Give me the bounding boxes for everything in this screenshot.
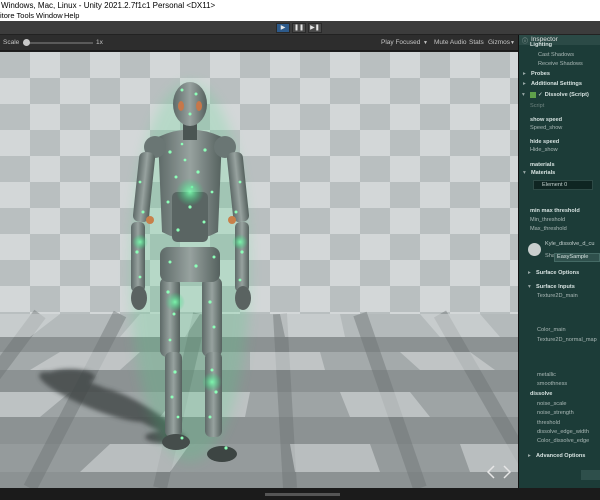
script-icon [530, 91, 536, 98]
field-color-main[interactable]: Color_main [519, 326, 600, 334]
pause-button[interactable]: ❚❚ [292, 23, 306, 33]
field-texture2d-normal-map[interactable]: Texture2D_normal_map [519, 336, 600, 344]
menu-item-help[interactable]: Help [64, 11, 79, 21]
section-surface-inputs[interactable]: ▾ Surface Inputs [519, 283, 600, 291]
section-materials[interactable]: ▾ Materials [519, 169, 600, 177]
resize-handle[interactable] [265, 493, 340, 496]
section-surface-options[interactable]: ▸ Surface Options [519, 269, 600, 277]
gizmos-dropdown[interactable]: Gizmos [488, 35, 510, 51]
field-cast-shadows[interactable]: Cast Shadows [519, 51, 600, 59]
game-viewport[interactable] [0, 52, 518, 488]
window-title: Windows, Mac, Linux - Unity 2021.2.7f1c1… [1, 1, 216, 10]
section-lighting[interactable]: Lighting [519, 41, 600, 49]
menu-bar: itore Tools Window Help [0, 11, 600, 21]
field-color-dissolve-edge[interactable]: Color_dissolve_edge [519, 437, 600, 445]
menu-item-store-tools[interactable]: itore Tools [0, 11, 34, 21]
chevron-down-icon: ▼ [423, 40, 428, 46]
field-max-threshold[interactable]: Max_threshold [519, 225, 600, 233]
section-probes[interactable]: ▸ Probes [519, 70, 600, 78]
section-advanced-options[interactable]: ▸ Advanced Options [519, 452, 600, 460]
field-smoothness[interactable]: smoothness [519, 380, 600, 388]
checker-wall [0, 52, 518, 314]
game-scene [0, 52, 518, 488]
field-texture2d-main[interactable]: Texture2D_main [519, 292, 600, 300]
field-receive-shadows[interactable]: Receive Shadows [519, 60, 600, 68]
component-dissolve-script[interactable]: ▾ ✓ Dissolve (Script) [519, 91, 600, 99]
field-min-threshold[interactable]: Min_threshold [519, 216, 600, 224]
game-view-toolbar: Scale 1x Play Focused ▼ Mute Audio Stats… [0, 35, 518, 51]
element-0-label: Element 0 [542, 182, 568, 188]
step-button[interactable]: ▶❚ [308, 23, 322, 33]
mute-audio-toggle[interactable]: Mute Audio [434, 35, 467, 51]
header-min-max-threshold: min max threshold [530, 208, 580, 214]
field-noise-scale[interactable]: noise_scale [519, 400, 600, 408]
play-button[interactable]: ▶ [276, 23, 290, 33]
chevron-down-icon: ▼ [510, 40, 515, 46]
field-metallic[interactable]: metallic [519, 371, 600, 379]
main-toolbar: ▶ ❚❚ ▶❚ [0, 21, 600, 35]
scale-value: 1x [96, 39, 103, 46]
field-threshold[interactable]: threshold [519, 419, 600, 427]
menu-item-window[interactable]: Window [36, 11, 63, 21]
pause-icon: ❚❚ [293, 25, 305, 31]
field-speed-show[interactable]: Speed_show [519, 124, 600, 132]
section-additional-settings[interactable]: ▸ Additional Settings [519, 80, 600, 88]
field-hide-show[interactable]: Hide_show [519, 146, 600, 154]
field-noise-strength[interactable]: noise_strength [519, 409, 600, 417]
stats-toggle[interactable]: Stats [469, 35, 484, 51]
scale-slider-handle[interactable] [23, 39, 30, 46]
play-icon: ▶ [280, 25, 286, 31]
window-title-bar: Windows, Mac, Linux - Unity 2021.2.7f1c1… [0, 0, 600, 11]
header-hide-speed: hide speed [530, 139, 560, 145]
material-name[interactable]: Kyle_dissolve_d_cu [519, 240, 600, 248]
header-show-speed: show speed [530, 117, 563, 123]
scale-slider-track[interactable] [23, 42, 93, 44]
inspector-footer-button[interactable] [581, 470, 600, 480]
play-focused-dropdown[interactable]: Play Focused [381, 35, 420, 51]
scale-label: Scale [3, 39, 20, 46]
header-materials: materials [530, 162, 555, 168]
bottom-status-bar [0, 488, 600, 500]
field-dissolve-edge-width[interactable]: dissolve_edge_width [519, 428, 600, 436]
field-script: Script [530, 103, 545, 109]
step-icon: ▶❚ [310, 25, 320, 31]
checkbox-icon[interactable]: ✓ [538, 92, 543, 98]
shader-dropdown[interactable]: EasySample [554, 253, 600, 262]
header-dissolve: dissolve [530, 391, 553, 397]
